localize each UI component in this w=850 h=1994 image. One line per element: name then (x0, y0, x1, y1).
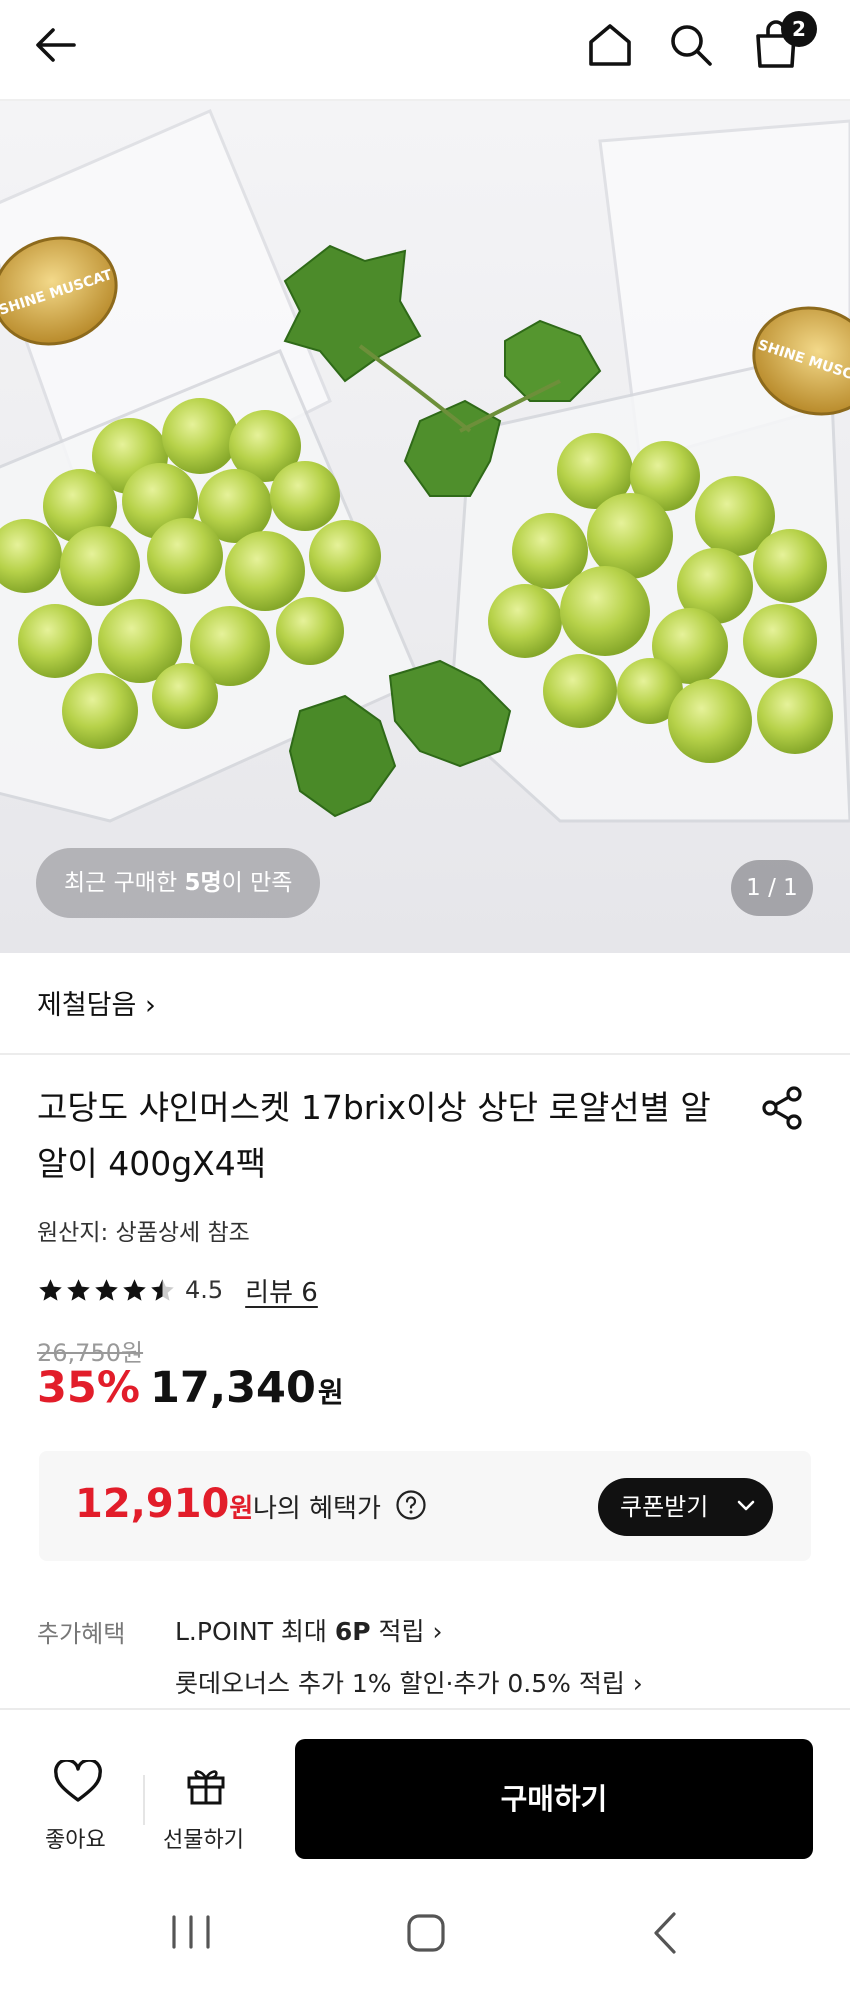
recent-buyers-prefix: 최근 구매한 (64, 870, 185, 896)
benefit-price-value: 12,910 (75, 1481, 230, 1527)
recent-buyers-count: 5명 (184, 870, 222, 896)
lotte-owners-benefit-link[interactable]: 롯데오너스 추가 1% 할인·추가 0.5% 적립 › (175, 1664, 643, 1700)
lpoint-prefix: L.POINT 최대 (175, 1617, 335, 1646)
review-link[interactable]: 리뷰 6 (245, 1272, 318, 1309)
cart-count-badge: 2 (781, 11, 817, 47)
like-label[interactable]: 좋아요 (45, 1822, 106, 1854)
bottom-action-bar: 좋아요 선물하기 구매하기 (0, 1708, 850, 1868)
extra-benefit-label: 추가혜택 (37, 1620, 126, 1648)
price-currency: 원 (317, 1376, 344, 1409)
recent-buyers-suffix: 이 만족 (221, 870, 293, 896)
get-coupon-button[interactable]: 쿠폰받기 (598, 1478, 773, 1536)
benefit-price-currency: 원 (229, 1494, 254, 1524)
top-app-bar: 2 (0, 0, 850, 101)
search-icon[interactable] (665, 20, 717, 70)
gift-icon[interactable] (184, 1762, 228, 1806)
origin-info: 원산지: 상품상세 참조 (37, 1220, 250, 1246)
star-icon (123, 1278, 146, 1301)
home-icon[interactable] (584, 20, 636, 70)
image-counter: 1 / 1 (731, 860, 813, 916)
system-nav-bar (0, 1870, 850, 1994)
brand-row: 제철담음 › (0, 953, 850, 1055)
half-star-icon (151, 1278, 174, 1301)
discount-rate: 35% (37, 1363, 140, 1413)
my-benefit-box: 12,910원 나의 혜택가 쿠폰받기 (39, 1451, 811, 1561)
rating-value: 4.5 (185, 1276, 224, 1304)
get-coupon-label: 쿠폰받기 (620, 1493, 709, 1521)
product-title: 고당도 샤인머스켓 17brix이상 상단 로얄선별 알알이 400gX4팩 (37, 1088, 711, 1183)
grape-photo: SHINE MUSCAT SHINE MUSCAT (0, 109, 850, 823)
recent-apps-icon[interactable] (168, 1914, 214, 1950)
star-icon (39, 1278, 62, 1301)
chevron-down-icon (737, 1500, 755, 1511)
recent-buyers-badge: 최근 구매한 5명이 만족 (36, 848, 321, 918)
lpoint-points: 6P (334, 1617, 371, 1646)
product-image[interactable]: SHINE MUSCAT SHINE MUSCAT 최근 구매한 5명이 만족 … (0, 101, 850, 953)
rating-row: 4.5 리뷰 6 (37, 1272, 318, 1309)
gift-label[interactable]: 선물하기 (163, 1822, 244, 1854)
divider (143, 1775, 145, 1825)
system-home-icon[interactable] (405, 1912, 447, 1954)
system-back-icon[interactable] (650, 1910, 680, 1956)
star-icon (67, 1278, 90, 1301)
back-arrow-icon[interactable] (30, 22, 82, 68)
lpoint-benefit-link[interactable]: L.POINT 최대 6P 적립 › (175, 1612, 443, 1648)
star-rating (37, 1277, 177, 1304)
share-icon[interactable] (760, 1085, 806, 1131)
buy-button[interactable]: 구매하기 (295, 1739, 813, 1859)
lpoint-suffix: 적립 › (370, 1617, 443, 1646)
benefit-price: 12,910원 (75, 1481, 253, 1527)
heart-icon[interactable] (53, 1760, 103, 1804)
star-icon (95, 1278, 118, 1301)
benefit-label: 나의 혜택가 (253, 1494, 381, 1524)
brand-link[interactable]: 제철담음 › (37, 983, 156, 1022)
sale-price: 17,340 (149, 1363, 316, 1413)
help-icon[interactable] (395, 1489, 427, 1521)
price-row: 35% 17,340 원 (37, 1363, 344, 1413)
